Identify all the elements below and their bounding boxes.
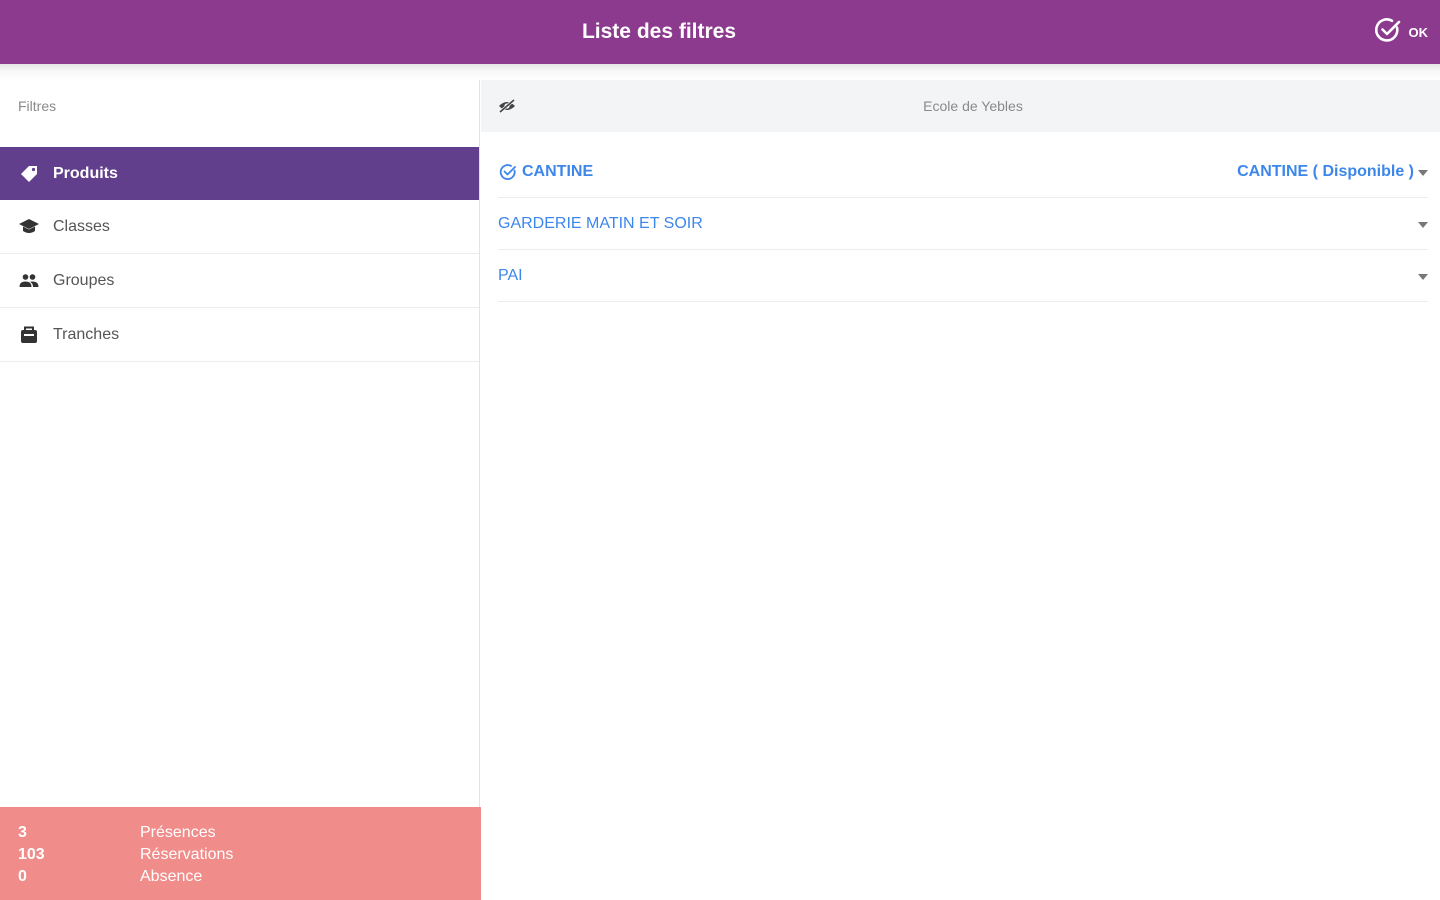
sidebar-item-label: Groupes <box>53 271 115 289</box>
check-circle-icon <box>1373 15 1403 50</box>
school-name: Ecole de Yebles <box>923 98 1023 114</box>
product-selected-value: CANTINE ( Disponible ) <box>1237 162 1414 180</box>
stat-value: 3 <box>18 824 27 841</box>
stat-row-presences: 3 Présences <box>0 822 481 844</box>
page-title: Liste des filtres <box>581 20 737 43</box>
check-circle-icon <box>498 162 518 182</box>
app-bar: Liste des filtres OK <box>0 0 1440 64</box>
product-name: GARDERIE MATIN ET SOIR <box>498 214 703 232</box>
school-header: Ecole de Yebles <box>481 80 1440 132</box>
chevron-down-icon <box>1418 267 1428 285</box>
stat-label: Présences <box>140 824 216 841</box>
attendance-summary: 3 Présences 103 Réservations 0 Absence <box>0 807 481 900</box>
product-row-garderie[interactable]: GARDERIE MATIN ET SOIR <box>498 198 1428 250</box>
app-bar-shadow <box>0 64 1440 80</box>
sidebar-item-label: Produits <box>53 164 118 182</box>
product-name: CANTINE <box>522 162 594 180</box>
stat-row-absence: 0 Absence <box>0 866 481 888</box>
stat-value: 103 <box>18 846 45 863</box>
product-row-cantine[interactable]: CANTINE CANTINE ( Disponible ) <box>498 146 1428 198</box>
filter-sidebar: Filtres Produits Classes Groupes Tranche… <box>0 80 481 900</box>
product-list: CANTINE CANTINE ( Disponible ) GARDERIE … <box>481 132 1440 302</box>
product-row-pai[interactable]: PAI <box>498 250 1428 302</box>
lunch-box-icon <box>18 324 40 346</box>
sidebar-item-tranches[interactable]: Tranches <box>0 308 479 362</box>
sidebar-item-label: Tranches <box>53 325 120 343</box>
sidebar-item-classes[interactable]: Classes <box>0 200 479 254</box>
sidebar-item-produits[interactable]: Produits <box>0 147 479 200</box>
tag-icon <box>18 163 40 185</box>
stat-value: 0 <box>18 868 27 885</box>
stat-label: Réservations <box>140 846 234 863</box>
chevron-down-icon <box>1418 215 1428 233</box>
graduation-cap-icon <box>18 216 40 238</box>
chevron-down-icon <box>1418 163 1428 181</box>
filters-header: Filtres <box>18 98 57 114</box>
ok-label: OK <box>1408 24 1429 40</box>
stat-label: Absence <box>140 868 203 885</box>
product-name: PAI <box>498 266 523 284</box>
sidebar-item-groupes[interactable]: Groupes <box>0 254 479 308</box>
ok-button[interactable]: OK <box>1373 14 1429 50</box>
product-panel: Ecole de Yebles CANTINE CANTINE ( Dispon… <box>481 80 1440 900</box>
sidebar-item-label: Classes <box>53 217 110 235</box>
stat-row-reservations: 103 Réservations <box>0 844 481 866</box>
people-icon <box>18 270 40 292</box>
